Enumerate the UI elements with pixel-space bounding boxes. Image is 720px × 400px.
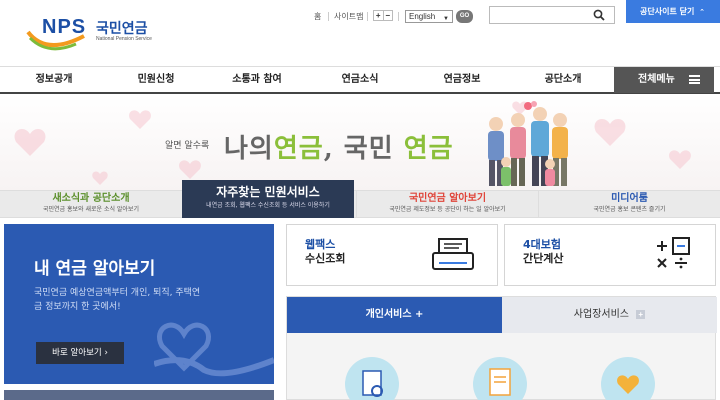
nav-item-civil-request[interactable]: 민원신청 <box>121 67 191 93</box>
document-list-icon <box>489 368 511 396</box>
tab-news-about[interactable]: 새소식과 공단소개 국민연금 홍보와 새로운 소식 알아보기 <box>0 191 182 217</box>
dropdown-arrow-icon: ▼ <box>443 16 449 22</box>
card-title: 내 연금 알아보기 <box>34 259 156 279</box>
home-link[interactable]: 홈 <box>314 11 321 22</box>
search-icon[interactable] <box>593 9 605 21</box>
tab-subtitle: 국민연금 홍보 콘텐츠 즐기기 <box>593 206 666 213</box>
all-menu-button[interactable]: 전체메뉴 <box>614 67 714 93</box>
hero-tagline-part3: , 국민 <box>323 134 394 164</box>
tab-subtitle: 내연금 조회, 웹팩스 수신조회 등 서비스 이용하기 <box>206 202 330 209</box>
hero-tagline-part1: 나의 <box>224 134 274 164</box>
all-menu-label: 전체메뉴 <box>638 74 675 85</box>
fax-icon <box>432 238 474 270</box>
nav-item-pension-news[interactable]: 연금소식 <box>325 67 395 93</box>
font-size-control: + − <box>373 10 393 21</box>
tab-title: 새소식과 공단소개 <box>52 193 130 204</box>
heart-hand-icon <box>617 375 639 394</box>
tab-learn-pension[interactable]: 국민연금 알아보기 국민연금 제도정보 등 공단이 하는 일 알아보기 <box>356 191 538 217</box>
service-subtitle: 간단계산 <box>523 252 564 265</box>
calculator-icon <box>657 237 690 269</box>
nav-item-about[interactable]: 공단소개 <box>528 67 598 93</box>
tab-title: 국민연금 알아보기 <box>408 193 487 204</box>
language-select[interactable]: English ▼ <box>405 10 453 23</box>
font-decrease-button[interactable]: − <box>384 11 393 20</box>
my-pension-card: 내 연금 알아보기 국민연금 예상연금액부터 개인, 퇴직, 주택연금 정보까지… <box>4 224 274 384</box>
nav-item-communication[interactable]: 소통과 참여 <box>222 67 292 93</box>
page: NPS 국민연금 National Pension Service 홈 사이트맵… <box>0 0 720 400</box>
tab-business-services[interactable]: 사업장서비스 + <box>502 297 717 333</box>
close-sites-button[interactable]: 공단사이트 닫기 ⌃ <box>626 0 720 23</box>
nav-item-pension-info[interactable]: 연금정보 <box>427 67 497 93</box>
service-circle-icon[interactable] <box>345 357 399 400</box>
nps-logo[interactable]: NPS 국민연금 National Pension Service <box>26 14 156 54</box>
card-shadow <box>4 390 274 400</box>
chevron-up-icon: ⌃ <box>699 8 705 16</box>
util-divider <box>398 12 399 21</box>
service-subtitle: 수신조회 <box>305 252 346 265</box>
service-title: 4대보험 <box>523 238 562 251</box>
tab-subtitle: 국민연금 홍보와 새로운 소식 알아보기 <box>43 206 139 213</box>
search-input[interactable] <box>489 6 615 24</box>
tab-label: 사업장서비스 <box>573 309 629 320</box>
service-circle-icon[interactable] <box>601 357 655 400</box>
nav-item-info-disclosure[interactable]: 정보공개 <box>19 67 89 93</box>
logo-english: National Pension Service <box>96 36 152 42</box>
go-button[interactable]: GO <box>456 10 473 23</box>
hero-tagline-small: 알면 알수록 <box>165 141 210 151</box>
main-nav: 정보공개 민원신청 소통과 참여 연금소식 연금정보 공단소개 전체메뉴 <box>0 66 720 94</box>
insurance-calc-box[interactable]: 4대보험 간단계산 <box>504 224 716 286</box>
util-divider <box>328 12 329 21</box>
hero-tagline-part2: 연금 <box>273 134 324 164</box>
tab-title: 자주찾는 민원서비스 <box>216 185 320 199</box>
hamburger-icon <box>689 75 700 84</box>
go-check-button[interactable]: 바로 알아보기 › <box>36 342 124 364</box>
site-header: NPS 국민연금 National Pension Service 홈 사이트맵… <box>0 0 720 66</box>
tab-frequent-services[interactable]: 자주찾는 민원서비스 내연금 조회, 웹팩스 수신조회 등 서비스 이용하기 <box>182 180 354 218</box>
tab-personal-services[interactable]: 개인서비스 + <box>287 297 502 333</box>
webfax-service-box[interactable]: 웹팩스 수신조회 <box>286 224 498 286</box>
service-tabs-panel: 개인서비스 + 사업장서비스 + <box>286 296 717 400</box>
category-strip: 새소식과 공단소개 국민연금 홍보와 새로운 소식 알아보기 국민연금 알아보기… <box>0 190 720 218</box>
hero-tagline-part4: 연금 <box>403 134 454 164</box>
hero-tagline: 나의연금, 국민 연금 <box>224 128 454 165</box>
tab-title: 미디어룸 <box>611 193 648 204</box>
document-search-icon <box>362 370 383 397</box>
font-increase-button[interactable]: + <box>374 11 384 20</box>
tab-media-room[interactable]: 미디어룸 국민연금 홍보 콘텐츠 즐기기 <box>538 191 720 217</box>
language-value: English <box>409 12 436 21</box>
tab-subtitle: 국민연금 제도정보 등 공단이 하는 일 알아보기 <box>389 206 506 213</box>
util-divider <box>367 12 368 21</box>
family-illustration <box>488 101 568 186</box>
service-title: 웹팩스 <box>305 238 336 251</box>
logo-mark: NPS <box>42 16 87 38</box>
hands-heart-icon <box>154 322 274 377</box>
close-sites-label: 공단사이트 닫기 <box>640 7 695 16</box>
logo-korean: 국민연금 <box>96 21 148 37</box>
sitemap-link[interactable]: 사이트맵 <box>334 11 363 22</box>
plus-icon: + <box>636 309 646 319</box>
service-circle-icon[interactable] <box>473 357 527 400</box>
hero-banner: 알면 알수록 나의연금, 국민 연금 <box>0 94 720 190</box>
